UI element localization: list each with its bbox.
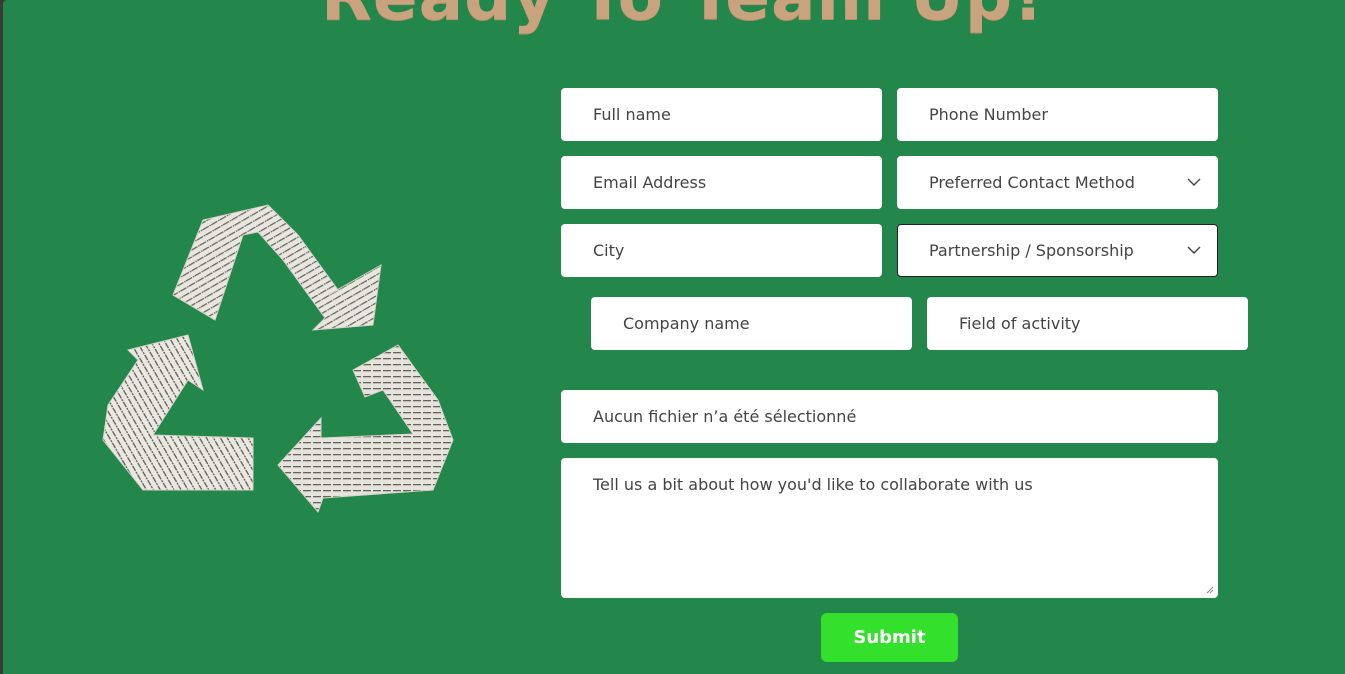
phone-number-placeholder: Phone Number [929, 105, 1048, 124]
page-title: Ready To Team Up! [321, 0, 1044, 35]
full-name-placeholder: Full name [593, 105, 671, 124]
collaboration-type-value: Partnership / Sponsorship [929, 241, 1134, 260]
resize-grip-icon[interactable] [1206, 586, 1214, 594]
file-upload-input[interactable]: Aucun fichier n’a été sélectionné [561, 390, 1218, 443]
collaboration-section: Ready To Team Up! Full na [3, 0, 1345, 674]
message-textarea[interactable]: Tell us a bit about how you'd like to co… [561, 458, 1218, 598]
submit-button[interactable]: Submit [821, 613, 958, 662]
collaboration-type-select[interactable]: Partnership / Sponsorship [897, 224, 1218, 277]
file-status-text: Aucun fichier n’a été sélectionné [593, 407, 857, 426]
email-field[interactable]: Email Address [561, 156, 882, 209]
recycle-icon [102, 204, 454, 513]
phone-number-field[interactable]: Phone Number [897, 88, 1218, 141]
company-name-field[interactable]: Company name [591, 297, 912, 350]
email-placeholder: Email Address [593, 173, 707, 192]
city-placeholder: City [593, 241, 625, 260]
chevron-down-icon [1187, 178, 1201, 186]
contact-method-select[interactable]: Preferred Contact Method [897, 156, 1218, 209]
city-field[interactable]: City [561, 224, 882, 277]
chevron-down-icon [1187, 246, 1201, 254]
company-name-placeholder: Company name [623, 314, 750, 333]
field-of-activity-placeholder: Field of activity [959, 314, 1081, 333]
full-name-field[interactable]: Full name [561, 88, 882, 141]
contact-method-value: Preferred Contact Method [929, 173, 1135, 192]
message-placeholder: Tell us a bit about how you'd like to co… [593, 475, 1033, 494]
field-of-activity-field[interactable]: Field of activity [927, 297, 1248, 350]
